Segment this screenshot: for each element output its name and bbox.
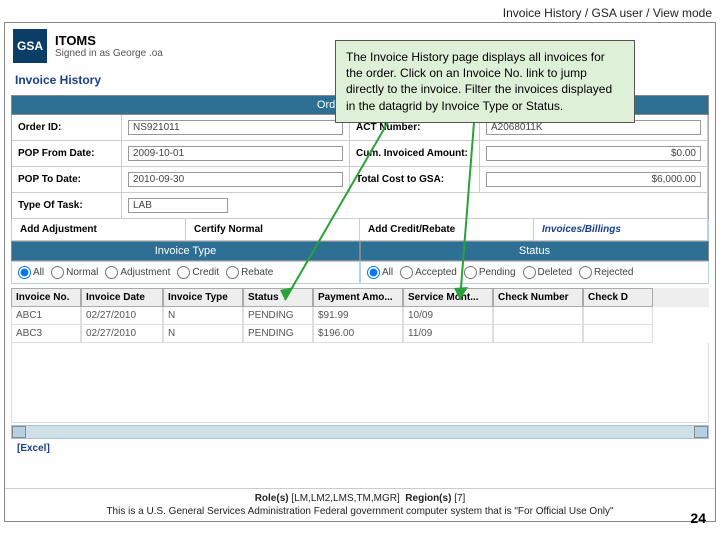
invoice-no-link[interactable]: ABC1 [11, 307, 81, 325]
action-row: Add Adjustment Certify Normal Add Credit… [11, 219, 709, 241]
excel-export-link[interactable]: [Excel] [11, 439, 56, 458]
invoice-type-all-radio[interactable]: All [18, 266, 44, 279]
disclaimer: This is a U.S. General Services Administ… [5, 506, 715, 517]
col-invoice-type[interactable]: Invoice Type [163, 288, 243, 307]
col-check-date[interactable]: Check D [583, 288, 653, 307]
invoice-type-rebate-radio[interactable]: Rebate [226, 266, 273, 279]
add-adjustment-link[interactable]: Add Adjustment [12, 219, 186, 240]
pop-to-value: 2010-09-30 [122, 167, 350, 193]
order-id-value: NS921011 [122, 115, 350, 141]
certify-normal-link[interactable]: Certify Normal [186, 219, 360, 240]
breadcrumb: Invoice History / GSA user / View mode [0, 0, 720, 22]
status-rejected-radio[interactable]: Rejected [579, 266, 633, 279]
invoice-type-normal-radio[interactable]: Normal [51, 266, 98, 279]
col-status[interactable]: Status [243, 288, 313, 307]
invoice-type-filter-group: All Normal Adjustment Credit Rebate [11, 261, 360, 284]
status-deleted-radio[interactable]: Deleted [523, 266, 572, 279]
roles-value: [LM,LM2,LMS,TM,MGR] [291, 493, 399, 504]
gsa-logo: GSA [13, 29, 47, 63]
pop-from-label: POP From Date: [12, 141, 122, 167]
grid-header-row: Invoice No. Invoice Date Invoice Type St… [11, 288, 709, 307]
status-filter-group: All Accepted Pending Deleted Rejected [360, 261, 709, 284]
grid-body: ABC1 02/27/2010 N PENDING $91.99 10/09 A… [11, 307, 709, 423]
type-task-value: LAB [122, 193, 708, 219]
col-service-month[interactable]: Service Mont... [403, 288, 493, 307]
status-filter-header: Status [360, 241, 709, 261]
invoice-type-credit-radio[interactable]: Credit [177, 266, 219, 279]
pop-to-label: POP To Date: [12, 167, 122, 193]
table-row[interactable]: ABC3 02/27/2010 N PENDING $196.00 11/09 [11, 325, 709, 343]
footer: Role(s) [LM,LM2,LMS,TM,MGR] Region(s) [7… [5, 488, 715, 521]
invoice-type-filter-header: Invoice Type [11, 241, 360, 261]
invoices-billings-tab[interactable]: Invoices/Billings [534, 219, 708, 240]
regions-value: [7] [454, 493, 465, 504]
app-title: ITOMS [55, 33, 163, 48]
regions-label: Region(s) [405, 493, 451, 504]
col-check-number[interactable]: Check Number [493, 288, 583, 307]
horizontal-scrollbar[interactable] [11, 425, 709, 439]
pop-from-value: 2009-10-01 [122, 141, 350, 167]
add-credit-rebate-link[interactable]: Add Credit/Rebate [360, 219, 534, 240]
signed-in-text: Signed in as George .oa [55, 48, 163, 59]
annotation-callout: The Invoice History page displays all in… [335, 40, 635, 123]
invoice-no-link[interactable]: ABC3 [11, 325, 81, 343]
cum-invoiced-value: $0.00 [480, 141, 708, 167]
col-payment-amount[interactable]: Payment Amo... [313, 288, 403, 307]
page-number: 24 [690, 510, 706, 526]
cum-invoiced-label: Cum. Invoiced Amount: [350, 141, 480, 167]
grid-empty-area [11, 343, 709, 423]
roles-label: Role(s) [255, 493, 289, 504]
col-invoice-no[interactable]: Invoice No. [11, 288, 81, 307]
type-task-label: Type Of Task: [12, 193, 122, 219]
col-invoice-date[interactable]: Invoice Date [81, 288, 163, 307]
status-pending-radio[interactable]: Pending [464, 266, 516, 279]
total-cost-label: Total Cost to GSA: [350, 167, 480, 193]
order-id-label: Order ID: [12, 115, 122, 141]
status-all-radio[interactable]: All [367, 266, 393, 279]
status-accepted-radio[interactable]: Accepted [400, 266, 457, 279]
total-cost-value: $6,000.00 [480, 167, 708, 193]
order-info-grid: Order ID: NS921011 ACT Number: A2068011K… [11, 115, 709, 219]
invoice-type-adjustment-radio[interactable]: Adjustment [105, 266, 170, 279]
table-row[interactable]: ABC1 02/27/2010 N PENDING $91.99 10/09 [11, 307, 709, 325]
